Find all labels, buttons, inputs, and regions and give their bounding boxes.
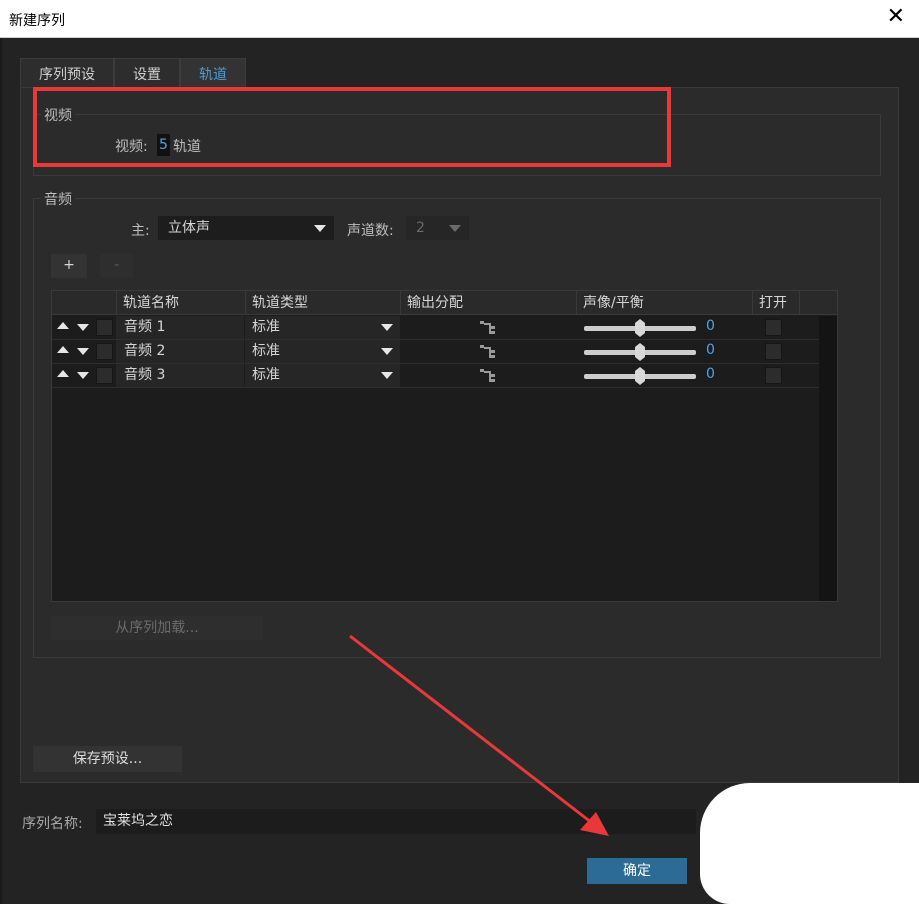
track-name[interactable]: 音频 3	[116, 364, 244, 387]
track-type-select[interactable]: 标准	[245, 316, 400, 339]
table-row: 音频 3 标准 0	[52, 364, 820, 388]
pan-value[interactable]: 0	[706, 366, 715, 382]
sequence-name-label: 序列名称:	[22, 816, 83, 832]
window-title: 新建序列	[9, 13, 65, 29]
table-row: 音频 2 标准 0	[52, 340, 820, 364]
chevron-down-icon	[314, 225, 326, 232]
channels-label: 声道数:	[347, 223, 394, 239]
window-edge	[0, 38, 2, 904]
chevron-down-icon	[381, 348, 393, 355]
col-track-type: 轨道类型	[245, 291, 400, 315]
track-type-value: 标准	[252, 319, 280, 335]
col-track-name: 轨道名称	[116, 291, 245, 315]
open-checkbox[interactable]	[765, 343, 782, 360]
track-type-value: 标准	[252, 343, 280, 359]
track-name[interactable]: 音频 1	[116, 316, 244, 339]
master-select-value: 立体声	[168, 220, 210, 236]
tab-strip: 序列预设 设置 轨道	[20, 58, 246, 88]
move-down-icon[interactable]	[77, 348, 89, 355]
table-header: 轨道名称 轨道类型 输出分配 声像/平衡 打开	[52, 291, 837, 315]
master-select[interactable]: 立体声	[158, 216, 334, 240]
load-from-sequence-button[interactable]: 从序列加载...	[51, 616, 263, 640]
channels-select-value: 2	[416, 220, 425, 236]
chevron-down-icon	[381, 324, 393, 331]
audio-group-label: 音频	[41, 189, 75, 209]
tab-settings[interactable]: 设置	[114, 58, 180, 88]
channels-select[interactable]: 2	[406, 216, 469, 240]
tab-tracks[interactable]: 轨道	[180, 58, 246, 88]
move-down-icon[interactable]	[77, 372, 89, 379]
track-checkbox[interactable]	[96, 343, 113, 360]
track-checkbox[interactable]	[96, 319, 113, 336]
open-checkbox[interactable]	[765, 319, 782, 336]
output-routing-icon[interactable]	[480, 369, 496, 383]
pan-value[interactable]: 0	[706, 318, 715, 334]
track-type-select[interactable]: 标准	[245, 340, 400, 363]
output-routing-icon[interactable]	[480, 345, 496, 359]
pan-slider-thumb[interactable]	[635, 319, 645, 337]
chevron-down-icon	[449, 225, 461, 232]
remove-track-button[interactable]: -	[100, 254, 133, 278]
add-track-button[interactable]: +	[51, 254, 87, 278]
move-up-icon[interactable]	[57, 322, 69, 329]
table-row: 音频 1 标准 0	[52, 316, 820, 340]
open-checkbox[interactable]	[765, 367, 782, 384]
audio-tracks-table: 轨道名称 轨道类型 输出分配 声像/平衡 打开 音频 1 标准 0 音频 2 标…	[51, 290, 838, 602]
col-pan-balance: 声像/平衡	[576, 291, 752, 315]
occluding-white-shape	[700, 783, 919, 904]
pan-slider-thumb[interactable]	[635, 343, 645, 361]
tab-sequence-presets[interactable]: 序列预设	[20, 58, 114, 88]
track-type-select[interactable]: 标准	[245, 364, 400, 387]
pan-value[interactable]: 0	[706, 342, 715, 358]
pan-slider-thumb[interactable]	[635, 367, 645, 385]
ok-button[interactable]: 确定	[587, 858, 687, 884]
sequence-name-input[interactable]: 宝莱坞之恋	[96, 809, 696, 834]
track-type-value: 标准	[252, 367, 280, 383]
save-preset-button[interactable]: 保存预设...	[33, 746, 182, 772]
master-label: 主:	[131, 223, 150, 239]
chevron-down-icon	[381, 372, 393, 379]
move-up-icon[interactable]	[57, 346, 69, 353]
table-scrollbar[interactable]	[819, 316, 837, 601]
output-routing-icon[interactable]	[480, 321, 496, 335]
move-up-icon[interactable]	[57, 370, 69, 377]
track-name[interactable]: 音频 2	[116, 340, 244, 363]
title-bar: 新建序列 ✕	[0, 0, 919, 38]
move-down-icon[interactable]	[77, 324, 89, 331]
track-checkbox[interactable]	[96, 367, 113, 384]
col-spare	[799, 291, 837, 315]
col-reorder	[52, 291, 116, 315]
col-output-assign: 输出分配	[400, 291, 576, 315]
col-open: 打开	[752, 291, 799, 315]
highlight-annotation	[33, 87, 671, 167]
close-icon[interactable]: ✕	[887, 6, 905, 28]
